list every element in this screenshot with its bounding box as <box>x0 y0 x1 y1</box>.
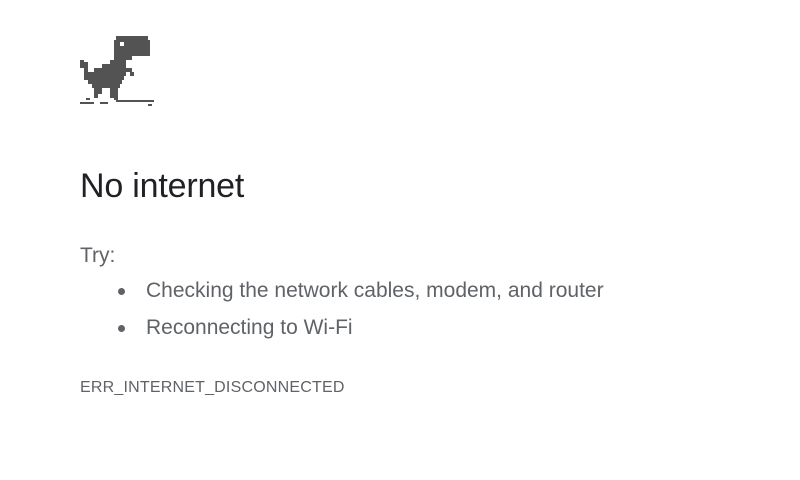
suggestions-list: Checking the network cables, modem, and … <box>80 278 604 352</box>
error-code: ERR_INTERNET_DISCONNECTED <box>80 379 345 396</box>
suggestion-text: Checking the network cables, modem, and … <box>146 279 604 302</box>
suggestion-text: Reconnecting to Wi-Fi <box>146 316 353 339</box>
bullet-icon <box>118 288 125 295</box>
suggestion-item-reconnect-wifi: Reconnecting to Wi-Fi <box>80 315 604 352</box>
try-label: Try: <box>80 244 116 267</box>
bullet-icon <box>118 325 125 332</box>
suggestion-item-check-cables: Checking the network cables, modem, and … <box>80 278 604 315</box>
offline-dino-icon[interactable] <box>80 34 154 106</box>
page-title: No internet <box>80 167 245 205</box>
offline-error-page: No internet Try: Checking the network ca… <box>0 0 800 480</box>
